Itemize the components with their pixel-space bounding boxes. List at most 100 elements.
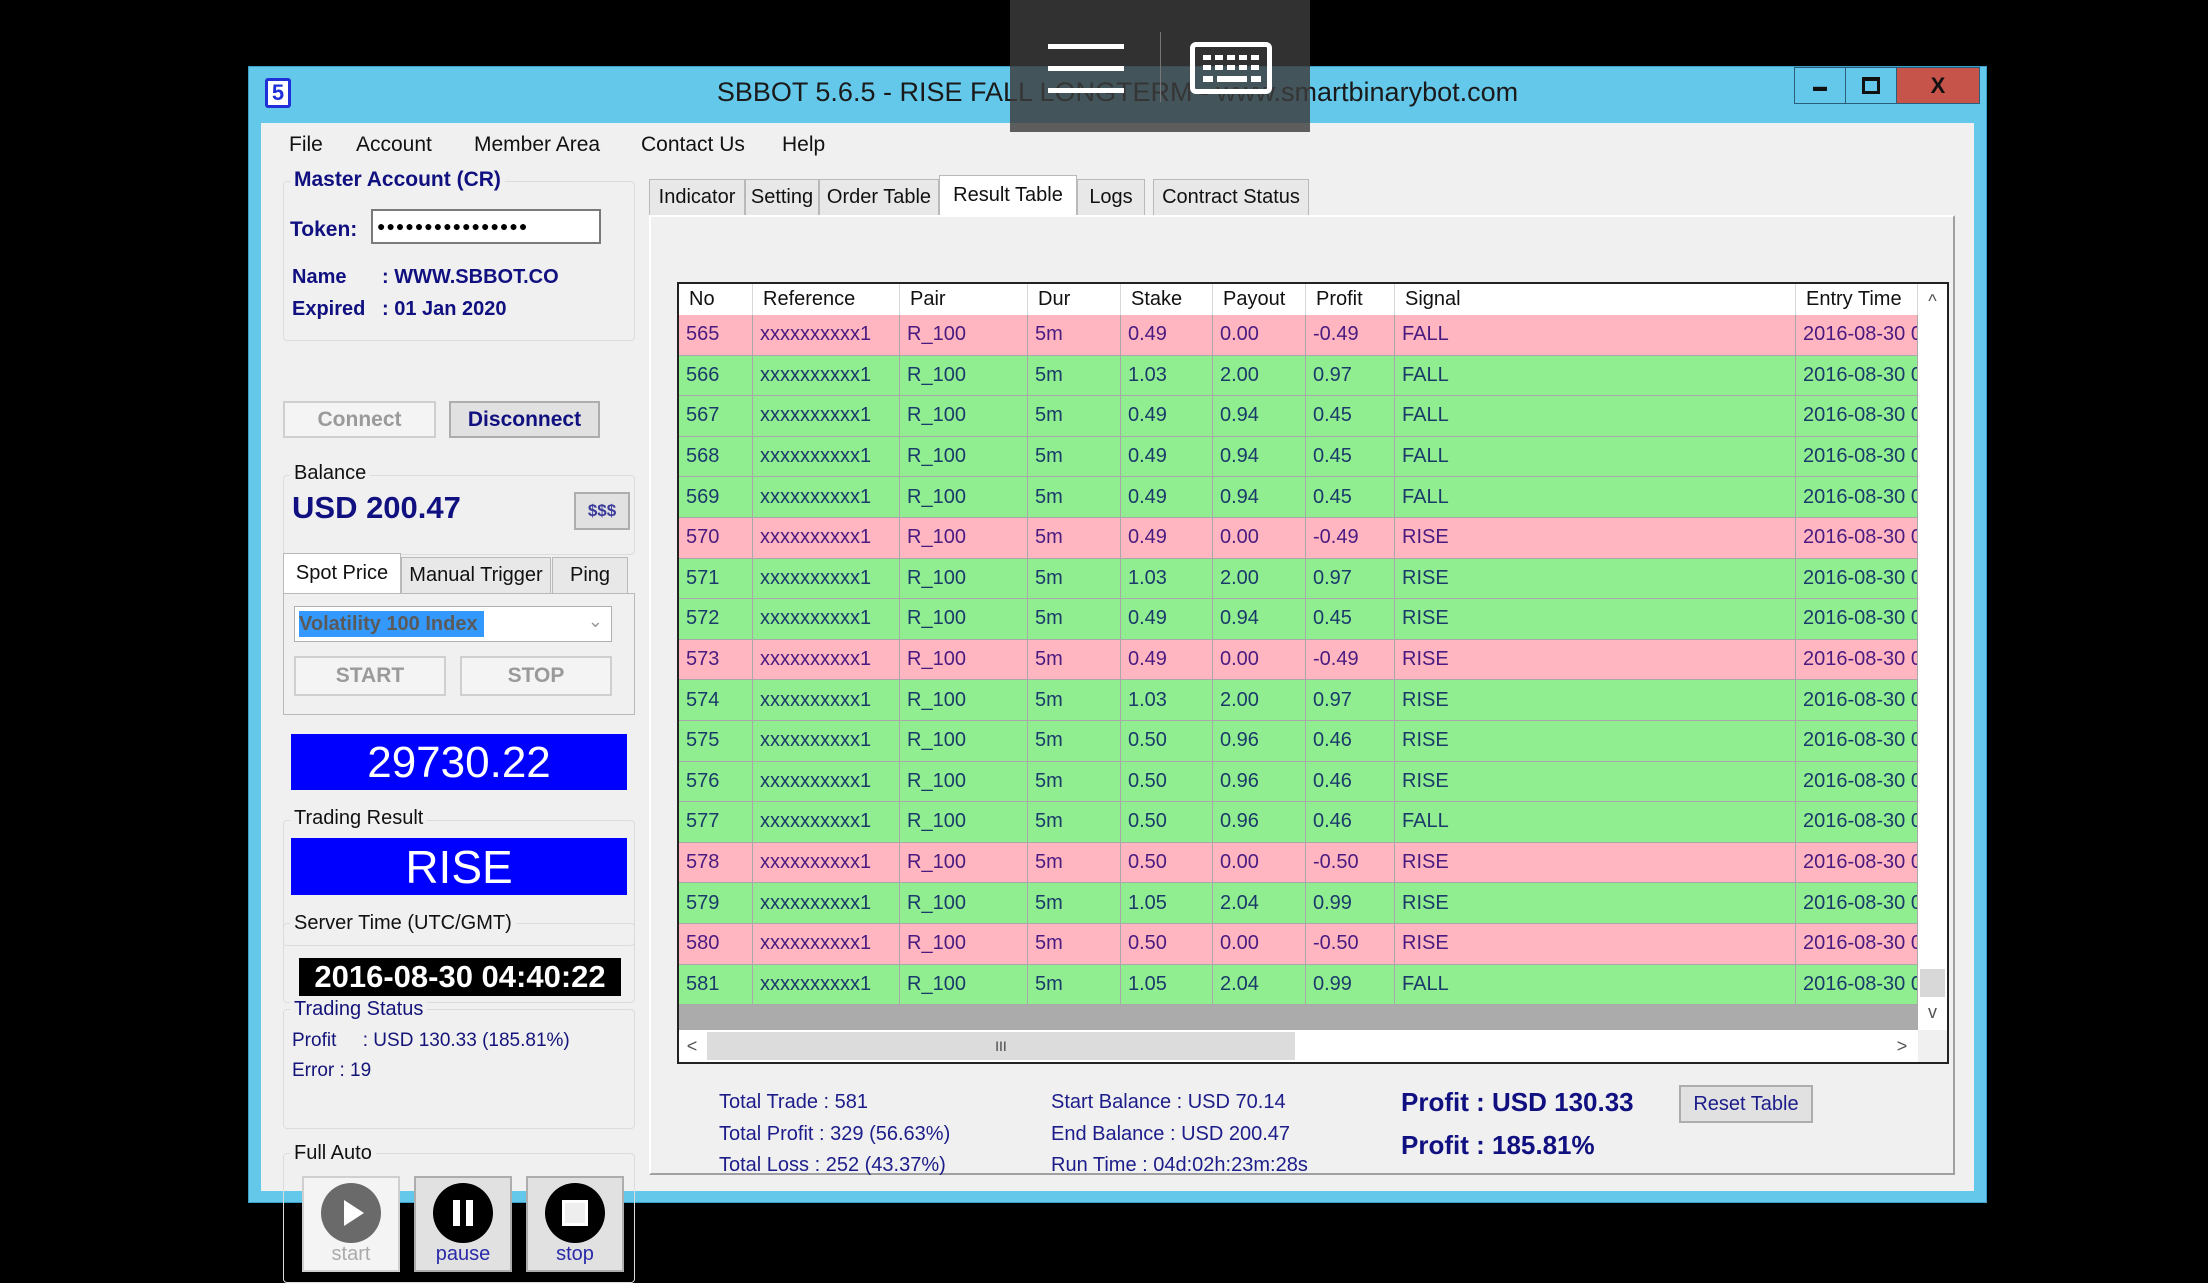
spot-stop-button[interactable]: STOP <box>460 656 612 696</box>
menu-account[interactable]: Account <box>356 133 432 157</box>
close-button[interactable]: X <box>1896 67 1980 104</box>
cell-profit: 0.46 <box>1306 761 1395 803</box>
scroll-left-icon[interactable]: < <box>679 1030 705 1062</box>
horizontal-scrollbar[interactable]: < III > <box>679 1030 1918 1062</box>
cell-stake: 0.49 <box>1121 518 1213 559</box>
balance-value: USD 200.47 <box>292 490 461 525</box>
tab-manual-trigger[interactable]: Manual Trigger <box>401 557 551 593</box>
name-label: Name <box>292 266 347 288</box>
cell-dur: 5m <box>1028 883 1121 924</box>
main-tab-bar: Indicator Setting Order Table Result Tab… <box>649 175 1349 219</box>
cell-pair: R_100 <box>900 802 1028 843</box>
cell-dur: 5m <box>1028 396 1121 437</box>
menu-file[interactable]: File <box>289 133 323 157</box>
tab-contract-status[interactable]: Contract Status <box>1153 179 1309 215</box>
menu-help[interactable]: Help <box>782 133 825 157</box>
keyboard-icon[interactable] <box>1190 42 1272 94</box>
table-row[interactable]: 574 xxxxxxxxxx1 R_100 5m 1.03 2.00 0.97 RISE 201… <box>679 680 1918 721</box>
column-header-no[interactable]: No <box>679 284 753 315</box>
menu-member-area[interactable]: Member Area <box>474 133 600 157</box>
total-profit: Total Profit : 329 (56.63%) <box>719 1123 951 1145</box>
table-row[interactable]: 569 xxxxxxxxxx1 R_100 5m 0.49 0.94 0.45 FALL 201… <box>679 477 1918 518</box>
cell-profit: -0.50 <box>1306 924 1395 965</box>
cell-reference: xxxxxxxxxx1 <box>753 477 900 518</box>
table-row[interactable]: 578 xxxxxxxxxx1 R_100 5m 0.50 0.00 -0.50 RISE 20… <box>679 842 1918 884</box>
column-header-reference[interactable]: Reference <box>753 284 900 315</box>
client-area: File Account Member Area Contact Us Help… <box>261 123 1974 1283</box>
refresh-balance-button[interactable]: $$$ <box>574 492 630 530</box>
cell-profit: 0.45 <box>1306 436 1395 478</box>
start-balance: Start Balance : USD 70.14 <box>1051 1091 1286 1113</box>
tab-order-table[interactable]: Order Table <box>819 179 939 215</box>
table-row[interactable]: 581 xxxxxxxxxx1 R_100 5m 1.05 2.04 0.99 FALL 201… <box>679 964 1918 1006</box>
minimize-button[interactable]: ▬ <box>1794 67 1846 104</box>
hamburger-menu-icon[interactable] <box>1048 44 1124 100</box>
chevron-down-icon: ⌄ <box>587 611 603 631</box>
token-input[interactable]: ●●●●●●●●●●●●●●●● <box>371 209 601 244</box>
scroll-up-icon[interactable]: ^ <box>1918 284 1947 315</box>
cell-reference: xxxxxxxxxx1 <box>753 761 900 803</box>
cell-profit: 0.45 <box>1306 477 1395 518</box>
balance-group-title: Balance <box>290 462 371 485</box>
column-header-profit[interactable]: Profit <box>1306 284 1395 315</box>
tab-ping[interactable]: Ping <box>552 557 628 593</box>
cell-dur: 5m <box>1028 639 1121 681</box>
pause-icon <box>433 1182 493 1243</box>
column-header-stake[interactable]: Stake <box>1121 284 1213 315</box>
column-header-entry-time[interactable]: Entry Time <box>1796 284 1918 315</box>
connect-button[interactable]: Connect <box>283 401 436 438</box>
table-row[interactable]: 573 xxxxxxxxxx1 R_100 5m 0.49 0.00 -0.49 RISE 20… <box>679 639 1918 681</box>
spot-start-button[interactable]: START <box>294 656 446 696</box>
trading-result-title: Trading Result <box>290 807 428 830</box>
cell-dur: 5m <box>1028 680 1121 721</box>
auto-pause-button[interactable]: pause <box>414 1176 512 1272</box>
table-row[interactable]: 567 xxxxxxxxxx1 R_100 5m 0.49 0.94 0.45 FALL 201… <box>679 396 1918 437</box>
cell-signal: RISE <box>1395 639 1796 681</box>
tab-result-table[interactable]: Result Table <box>939 175 1077 215</box>
result-grid: No Reference Pair Dur Stake Payout Profit Signa… <box>677 282 1949 1064</box>
table-row[interactable]: 572 xxxxxxxxxx1 R_100 5m 0.49 0.94 0.45 RISE 201… <box>679 599 1918 640</box>
table-row[interactable]: 570 xxxxxxxxxx1 R_100 5m 0.49 0.00 -0.49 RISE 20… <box>679 518 1918 559</box>
close-icon: X <box>1930 72 1946 98</box>
disconnect-button[interactable]: Disconnect <box>449 401 600 438</box>
table-row[interactable]: 571 xxxxxxxxxx1 R_100 5m 1.03 2.00 0.97 RISE 201… <box>679 558 1918 600</box>
tab-indicator[interactable]: Indicator <box>649 179 745 215</box>
table-row[interactable]: 577 xxxxxxxxxx1 R_100 5m 0.50 0.96 0.46 FALL 201… <box>679 802 1918 843</box>
table-row[interactable]: 580 xxxxxxxxxx1 R_100 5m 0.50 0.00 -0.50 RISE 20… <box>679 924 1918 965</box>
scroll-right-icon[interactable]: > <box>1887 1030 1917 1062</box>
column-header-pair[interactable]: Pair <box>900 284 1028 315</box>
cell-entry-time: 2016-08-30 0 <box>1796 518 1918 559</box>
reset-table-button[interactable]: Reset Table <box>1679 1085 1813 1123</box>
column-header-payout[interactable]: Payout <box>1213 284 1306 315</box>
table-row[interactable]: 565 xxxxxxxxxx1 R_100 5m 0.49 0.00 -0.49 FALL 20… <box>679 315 1918 356</box>
cell-entry-time: 2016-08-30 0 <box>1796 558 1918 600</box>
tab-spot-price[interactable]: Spot Price <box>283 553 401 593</box>
vertical-scroll-thumb[interactable] <box>1920 969 1945 997</box>
market-select[interactable]: Volatility 100 Index ⌄ <box>294 606 612 642</box>
tab-logs[interactable]: Logs <box>1077 179 1145 215</box>
cell-signal: RISE <box>1395 883 1796 924</box>
vertical-scrollbar[interactable]: ^ v <box>1918 284 1947 1030</box>
name-value: : WWW.SBBOT.CO <box>382 266 559 288</box>
scroll-down-icon[interactable]: v <box>1918 998 1947 1029</box>
market-select-value: Volatility 100 Index <box>299 611 484 637</box>
tab-setting[interactable]: Setting <box>745 179 819 215</box>
cell-signal: FALL <box>1395 802 1796 843</box>
column-header-signal[interactable]: Signal <box>1395 284 1796 315</box>
cell-entry-time: 2016-08-30 0 <box>1796 355 1918 397</box>
auto-start-button[interactable]: start <box>302 1176 400 1272</box>
auto-stop-button[interactable]: stop <box>526 1176 624 1272</box>
table-row[interactable]: 568 xxxxxxxxxx1 R_100 5m 0.49 0.94 0.45 FALL 201… <box>679 436 1918 478</box>
table-row[interactable]: 576 xxxxxxxxxx1 R_100 5m 0.50 0.96 0.46 RISE 201… <box>679 761 1918 803</box>
cell-signal: FALL <box>1395 436 1796 478</box>
table-row[interactable]: 566 xxxxxxxxxx1 R_100 5m 1.03 2.00 0.97 FALL 201… <box>679 355 1918 397</box>
table-row[interactable]: 579 xxxxxxxxxx1 R_100 5m 1.05 2.04 0.99 RISE 201… <box>679 883 1918 924</box>
horizontal-scroll-thumb[interactable]: III <box>707 1032 1295 1060</box>
end-balance: End Balance : USD 200.47 <box>1051 1123 1291 1145</box>
menu-contact-us[interactable]: Contact Us <box>641 133 745 157</box>
maximize-button[interactable] <box>1845 67 1897 104</box>
column-header-dur[interactable]: Dur <box>1028 284 1121 315</box>
cell-reference: xxxxxxxxxx1 <box>753 355 900 397</box>
table-row[interactable]: 575 xxxxxxxxxx1 R_100 5m 0.50 0.96 0.46 RISE 201… <box>679 721 1918 762</box>
run-time: Run Time : 04d:02h:23m:28s <box>1051 1154 1308 1176</box>
